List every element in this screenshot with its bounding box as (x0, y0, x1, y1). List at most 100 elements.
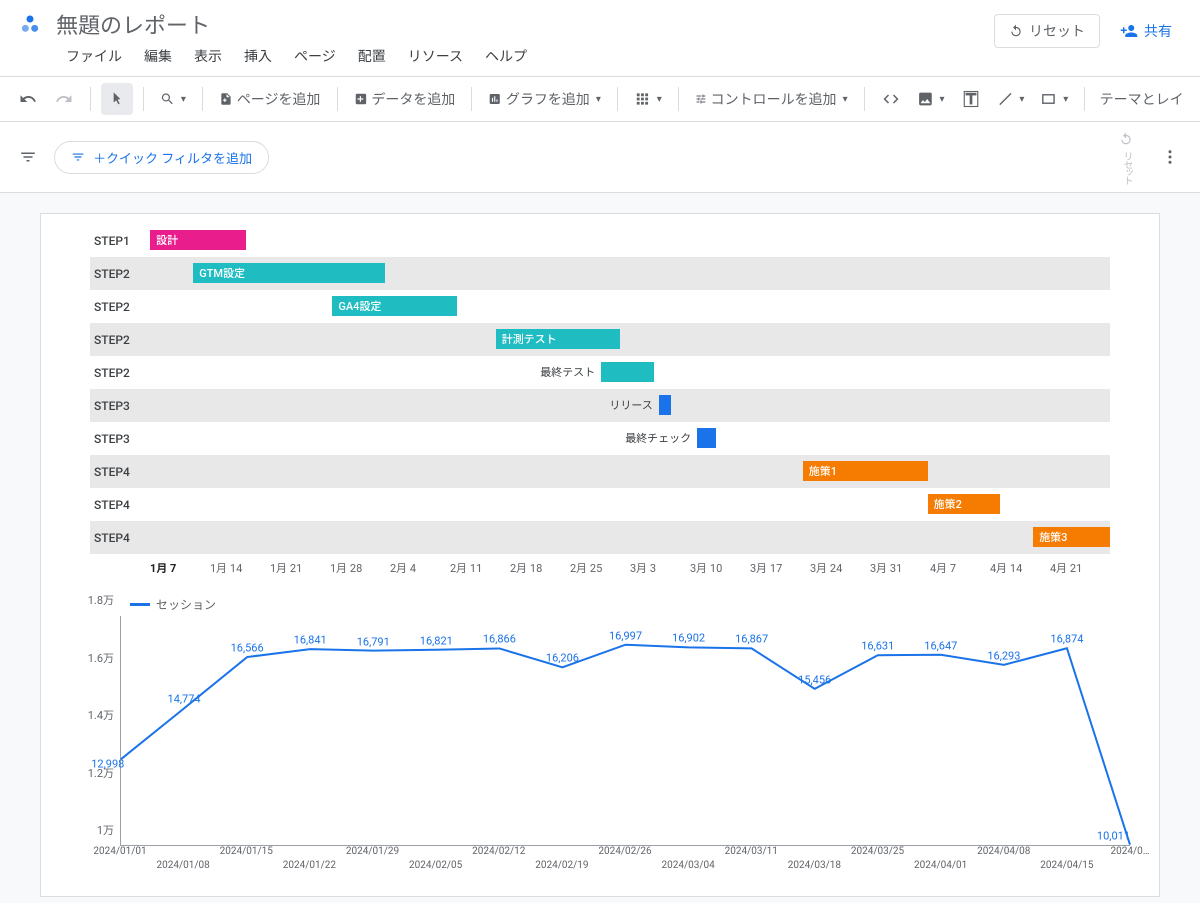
gantt-bar[interactable]: 施策2 (928, 494, 1000, 514)
select-tool[interactable] (101, 83, 133, 115)
text-button[interactable] (955, 83, 987, 115)
community-viz-button[interactable]: ▾ (628, 83, 668, 115)
y-axis-tick: 1.6万 (88, 650, 114, 666)
zoom-tool[interactable]: ▾ (154, 83, 192, 115)
menu-item-6[interactable]: リソース (398, 42, 473, 70)
text-icon (962, 90, 980, 108)
x-axis-tick: 2024/02/19 (535, 860, 588, 871)
gantt-step-label: STEP4 (90, 465, 150, 479)
add-control-button[interactable]: コントロールを追加▾ (689, 83, 854, 115)
gantt-bar[interactable]: 施策1 (803, 461, 928, 481)
gantt-axis-tick: 2月 11 (450, 560, 510, 576)
image-button[interactable]: ▾ (911, 83, 951, 115)
toolbar: ▾ ページを追加 データを追加 グラフを追加▾ ▾ コントロールを追加▾ ▾ ▾… (0, 76, 1200, 122)
gantt-row: STEP3リリース (90, 389, 1110, 422)
quick-filter-button[interactable]: ＋クイック フィルタを追加 (54, 141, 269, 174)
menubar: ファイル編集表示挿入ページ配置リソースヘルプ (56, 42, 994, 70)
report-canvas[interactable]: STEP1設計STEP2GTM設定STEP2GA4設定STEP2計測テストSTE… (0, 193, 1200, 903)
gantt-row: STEP4 施策3 (90, 521, 1110, 554)
redo-button[interactable] (48, 83, 80, 115)
gantt-axis-tick: 1月 28 (330, 560, 390, 576)
x-axis-tick: 2024/03/04 (662, 860, 715, 871)
add-chart-button[interactable]: グラフを追加▾ (482, 83, 607, 115)
gantt-bar[interactable]: 最終テスト (601, 362, 654, 382)
gantt-row: STEP1設計 (90, 224, 1110, 257)
gantt-row: STEP4施策2 (90, 488, 1110, 521)
x-axis-tick: 2024/04/15 (1040, 860, 1093, 871)
gantt-step-label: STEP2 (90, 333, 150, 347)
gantt-row: STEP4 施策1 (90, 455, 1110, 488)
gantt-axis-tick: 1月 7 (150, 560, 210, 576)
x-axis-tick: 2024/0… (1111, 846, 1150, 857)
gantt-bar[interactable]: GA4設定 (332, 296, 457, 316)
menu-item-2[interactable]: 表示 (184, 42, 232, 70)
y-axis-tick: 1.4万 (88, 707, 114, 723)
filter-icon[interactable] (14, 143, 42, 171)
filter-list-icon (71, 150, 85, 164)
gantt-step-label: STEP2 (90, 267, 150, 281)
gantt-step-label: STEP2 (90, 366, 150, 380)
menu-item-1[interactable]: 編集 (134, 42, 182, 70)
gantt-step-label: STEP1 (90, 234, 150, 248)
gantt-bar[interactable]: GTM設定 (193, 263, 385, 283)
reset-small-button[interactable]: リセット (1106, 132, 1146, 182)
gantt-axis-tick: 3月 3 (630, 560, 690, 576)
gantt-axis-tick: 4月 7 (930, 560, 990, 576)
magnifier-icon (160, 91, 175, 107)
gantt-bar[interactable]: リリース (659, 395, 671, 415)
add-page-button[interactable]: ページを追加 (213, 83, 327, 115)
x-axis-tick: 2024/04/01 (914, 860, 967, 871)
menu-item-5[interactable]: 配置 (348, 42, 396, 70)
chart-plot-area: 12,99814,77416,56616,84116,79116,82116,8… (120, 616, 1130, 846)
doc-title[interactable]: 無題のレポート (56, 8, 994, 40)
gantt-row: STEP3最終チェック (90, 422, 1110, 455)
theme-layout-button[interactable]: テーマとレイ (1095, 83, 1188, 115)
x-axis-tick: 2024/03/18 (788, 860, 841, 871)
undo-button[interactable] (12, 83, 44, 115)
gantt-axis-tick: 1月 21 (270, 560, 330, 576)
x-axis-tick: 2024/03/11 (725, 846, 778, 857)
tune-icon (695, 90, 707, 108)
x-axis-tick: 2024/03/25 (851, 846, 904, 857)
gantt-axis-tick: 2月 25 (570, 560, 630, 576)
gantt-bar[interactable]: 計測テスト (496, 329, 621, 349)
gantt-axis-tick: 4月 21 (1050, 560, 1110, 576)
gantt-bar[interactable]: 設計 (150, 230, 246, 250)
report-page: STEP1設計STEP2GTM設定STEP2GA4設定STEP2計測テストSTE… (40, 213, 1160, 897)
gantt-step-label: STEP4 (90, 531, 150, 545)
x-axis-tick: 2024/01/22 (283, 860, 336, 871)
add-page-icon (219, 90, 233, 108)
embed-button[interactable] (875, 83, 907, 115)
share-button[interactable]: 共有 (1108, 15, 1184, 47)
menu-item-3[interactable]: 挿入 (234, 42, 282, 70)
add-data-button[interactable]: データを追加 (348, 83, 462, 115)
undo-icon (1119, 132, 1133, 146)
filter-bar: ＋クイック フィルタを追加 リセット (0, 122, 1200, 193)
line-chart[interactable]: セッション12,99814,77416,56616,84116,79116,82… (70, 596, 1130, 876)
y-axis-tick: 1万 (97, 822, 114, 838)
chart-icon (488, 90, 501, 108)
add-data-icon (354, 90, 368, 108)
menu-item-7[interactable]: ヘルプ (475, 42, 537, 70)
more-menu[interactable] (1154, 141, 1186, 173)
person-add-icon (1120, 22, 1138, 40)
gantt-bar[interactable]: 最終チェック (697, 428, 716, 448)
code-icon (882, 90, 900, 108)
apps-icon (634, 90, 651, 108)
y-axis-tick: 1.2万 (88, 765, 114, 781)
gantt-chart[interactable]: STEP1設計STEP2GTM設定STEP2GA4設定STEP2計測テストSTE… (90, 224, 1110, 576)
gantt-row: STEP2 計測テスト (90, 323, 1110, 356)
gantt-axis-tick: 1月 14 (210, 560, 270, 576)
gantt-step-label: STEP2 (90, 300, 150, 314)
gantt-axis-tick: 2月 4 (390, 560, 450, 576)
line-button[interactable]: ▾ (991, 83, 1031, 115)
x-axis-tick: 2024/01/15 (220, 846, 273, 857)
x-axis-tick: 2024/02/12 (472, 846, 525, 857)
menu-item-4[interactable]: ページ (284, 42, 346, 70)
looker-studio-logo (16, 12, 44, 40)
gantt-axis-tick: 3月 10 (690, 560, 750, 576)
shape-button[interactable]: ▾ (1034, 83, 1074, 115)
menu-item-0[interactable]: ファイル (56, 42, 132, 70)
gantt-bar[interactable]: 施策3 (1033, 527, 1110, 547)
reset-button[interactable]: リセット (994, 14, 1100, 48)
